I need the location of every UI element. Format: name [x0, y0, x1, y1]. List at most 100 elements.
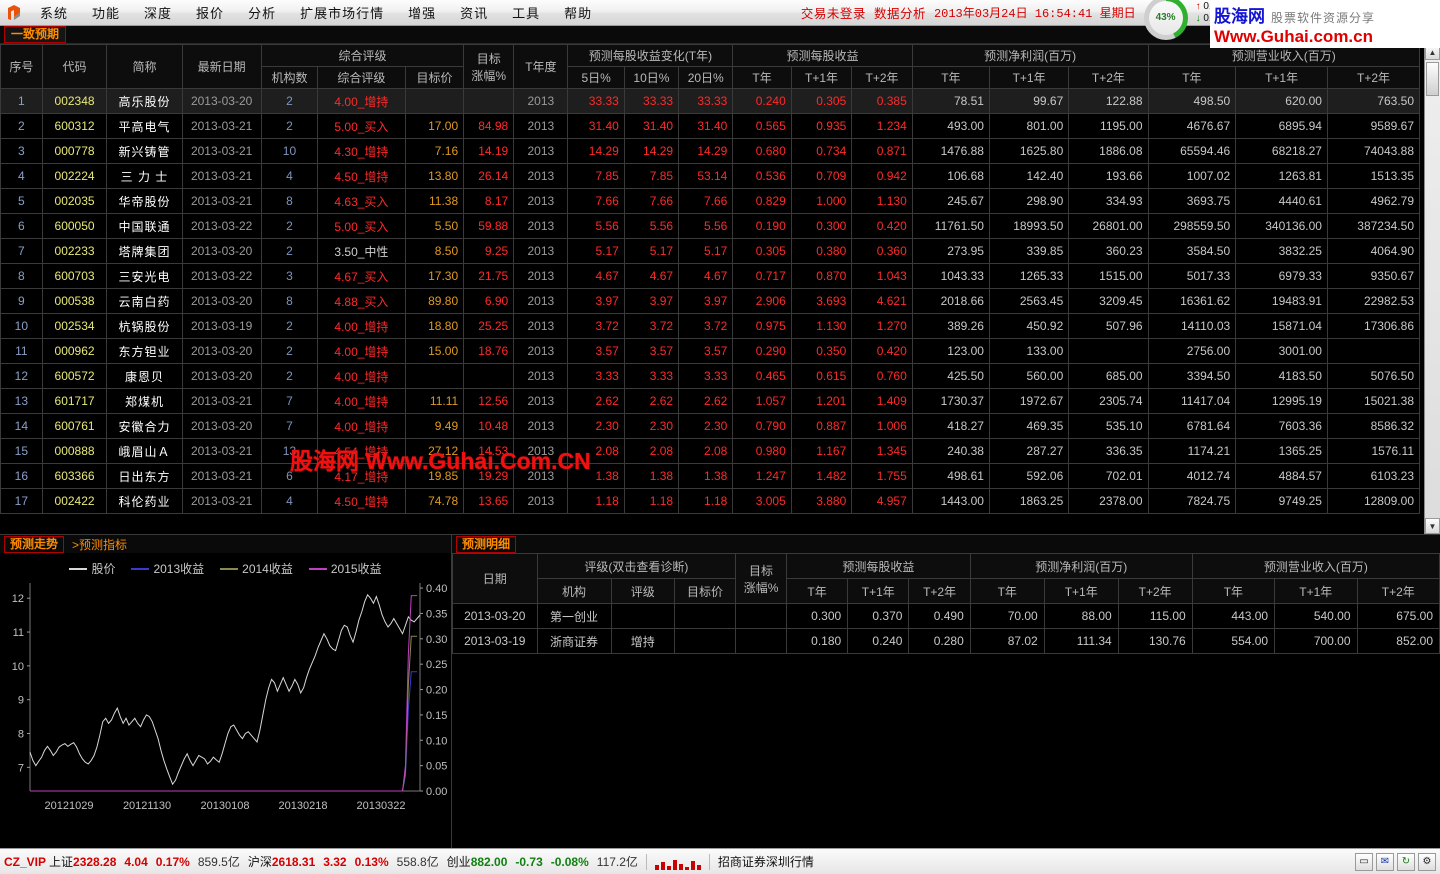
- col-change-5d[interactable]: 5日%: [567, 66, 625, 89]
- col-eps-t1[interactable]: T+1年: [790, 66, 853, 89]
- tab-forecast-indicator[interactable]: >预测指标: [72, 536, 127, 553]
- table-row[interactable]: 6 600050 中国联通 2013-03-22 2 5.00_买入 5.50 59.88 20…: [0, 213, 1421, 239]
- menu-item-analysis[interactable]: 分析: [236, 0, 288, 25]
- col-target-price[interactable]: 目标价: [404, 66, 465, 89]
- cy-index-label[interactable]: 创业: [447, 853, 471, 870]
- refresh-icon[interactable]: ↻: [1397, 852, 1415, 871]
- cell-eps-t2: 0.871: [851, 138, 913, 164]
- table-row[interactable]: 16 603366 日出东方 2013-03-21 6 4.17_增持 19.85 19.29…: [0, 463, 1421, 489]
- table-row[interactable]: 17 002422 科伦药业 2013-03-21 4 4.50_增持 74.78 13.65…: [0, 488, 1421, 514]
- detail-cell-rv-t1: 700.00: [1274, 628, 1358, 654]
- detail-table-row[interactable]: 2013-03-20 第一创业 0.300 0.370 0.490 70.00 88.00 1…: [452, 603, 1440, 629]
- col-target-upside[interactable]: 目标 涨幅%: [463, 44, 515, 89]
- col-change-20d[interactable]: 20日%: [678, 66, 734, 89]
- cell-np-t1: 1265.33: [988, 263, 1070, 289]
- col-eps-t2[interactable]: T+2年: [851, 66, 913, 89]
- detail-col-eps-t[interactable]: T年: [785, 578, 849, 604]
- col-rv-t2[interactable]: T+2年: [1326, 66, 1421, 89]
- cell-eps-t: 0.790: [732, 413, 792, 439]
- cell-np-t1: 99.67: [988, 88, 1070, 114]
- tab-forecast-detail[interactable]: 预测明细: [456, 535, 517, 553]
- detail-col-rv-t2[interactable]: T+2年: [1356, 578, 1440, 604]
- tab-consensus-forecast[interactable]: 一致预期: [4, 26, 67, 43]
- cell-code: 000538: [41, 288, 108, 314]
- detail-col-org[interactable]: 机构: [536, 578, 612, 604]
- monitor-icon[interactable]: ▭: [1355, 852, 1373, 871]
- cell-rv-t2: 6103.23: [1326, 463, 1421, 489]
- col-institution-count[interactable]: 机构数: [260, 66, 319, 89]
- col-rv-t1[interactable]: T+1年: [1235, 66, 1328, 89]
- sz-index-label[interactable]: 沪深: [248, 853, 272, 870]
- detail-col-upside[interactable]: 目标 涨幅%: [735, 553, 787, 604]
- detail-col-rv-t1[interactable]: T+1年: [1274, 578, 1358, 604]
- menu-item-enhance[interactable]: 增强: [396, 0, 448, 25]
- table-row[interactable]: 10 002534 杭锅股份 2013-03-19 2 4.00_增持 18.80 25.25…: [0, 313, 1421, 339]
- table-row[interactable]: 1 002348 高乐股份 2013-03-20 2 4.00_增持 2013 33.33 33…: [0, 88, 1421, 114]
- col-eps-t[interactable]: T年: [732, 66, 792, 89]
- col-code[interactable]: 代码: [41, 44, 108, 89]
- col-change-10d[interactable]: 10日%: [623, 66, 680, 89]
- cell-target-upside: 10.48: [463, 413, 515, 439]
- table-row[interactable]: 3 000778 新兴铸管 2013-03-21 10 4.30_增持 7.16 14.19 2…: [0, 138, 1421, 164]
- table-row[interactable]: 5 002035 华帝股份 2013-03-21 8 4.63_买入 11.38 8.17 20…: [0, 188, 1421, 214]
- col-np-t[interactable]: T年: [911, 66, 990, 89]
- detail-table-row[interactable]: 2013-03-19 浙商证券 增持 0.180 0.240 0.280 87.02 111.…: [452, 628, 1440, 654]
- cell-change-10d: 3.33: [623, 363, 680, 389]
- detail-col-np-t2[interactable]: T+2年: [1117, 578, 1193, 604]
- detail-col-eps-t1[interactable]: T+1年: [847, 578, 910, 604]
- settings-icon[interactable]: ⚙: [1418, 852, 1436, 871]
- menu-item-function[interactable]: 功能: [80, 0, 132, 25]
- detail-col-eps-t2[interactable]: T+2年: [908, 578, 971, 604]
- cell-rv-t2: 22982.53: [1326, 288, 1421, 314]
- table-row[interactable]: 13 601717 郑煤机 2013-03-21 7 4.00_增持 11.11 12.56 2…: [0, 388, 1421, 414]
- legend-item: 2014收益: [220, 560, 293, 577]
- detail-col-rv-t[interactable]: T年: [1191, 578, 1276, 604]
- table-row[interactable]: 7 002233 塔牌集团 2013-03-20 2 3.50_中性 8.50 9.25 201…: [0, 238, 1421, 264]
- chart-plot-area[interactable]: 7 8 9 10 11 12 0.00 0.05 0.10 0.15 0.20 0.25 0.30 0.3…: [0, 577, 451, 848]
- menu-item-system[interactable]: 系统: [28, 0, 80, 25]
- detail-col-rating[interactable]: 评级: [610, 578, 675, 604]
- table-row[interactable]: 14 600761 安徽合力 2013-03-20 7 4.00_增持 9.49 10.48 2…: [0, 413, 1421, 439]
- table-row[interactable]: 11 000962 东方钽业 2013-03-20 2 4.00_增持 15.00 18.76…: [0, 338, 1421, 364]
- detail-col-np-t1[interactable]: T+1年: [1043, 578, 1119, 604]
- cell-rv-t2: 15021.38: [1326, 388, 1421, 414]
- menu-item-news[interactable]: 资讯: [448, 0, 500, 25]
- table-row[interactable]: 12 600572 康恩贝 2013-03-20 2 4.00_增持 2013 3.33 3.3…: [0, 363, 1421, 389]
- table-row[interactable]: 9 000538 云南白药 2013-03-20 8 4.88_买入 89.80 6.90 20…: [0, 288, 1421, 314]
- sz-index-amount: 558.8亿: [396, 855, 439, 869]
- table-row[interactable]: 4 002224 三 力 士 2013-03-21 4 4.50_增持 13.80 26.14…: [0, 163, 1421, 189]
- menu-item-help[interactable]: 帮助: [552, 0, 604, 25]
- col-t-year[interactable]: T年度: [513, 44, 569, 89]
- detail-col-np-t[interactable]: T年: [969, 578, 1045, 604]
- cell-np-t2: 336.35: [1068, 438, 1149, 464]
- cell-rv-t: 1007.02: [1147, 163, 1237, 189]
- cell-target-price: [404, 363, 465, 389]
- menu-item-tools[interactable]: 工具: [500, 0, 552, 25]
- menu-item-extended-market[interactable]: 扩展市场行情: [288, 0, 396, 25]
- detail-col-date[interactable]: 日期: [452, 553, 538, 604]
- cell-composite-rating: 3.50_中性: [317, 238, 406, 264]
- cell-t-year: 2013: [513, 238, 569, 264]
- col-index[interactable]: 序号: [0, 44, 43, 89]
- col-composite-rating[interactable]: 综合评级: [317, 66, 406, 89]
- menu-item-quote[interactable]: 报价: [184, 0, 236, 25]
- sh-index-label[interactable]: 上证: [49, 853, 73, 870]
- mail-icon[interactable]: ✉: [1376, 852, 1394, 871]
- tab-forecast-trend[interactable]: 预测走势: [4, 535, 65, 553]
- detail-col-target[interactable]: 目标价: [673, 578, 737, 604]
- col-rv-t[interactable]: T年: [1147, 66, 1237, 89]
- col-latest-date[interactable]: 最新日期: [181, 44, 262, 89]
- cell-change-20d: 2.08: [678, 438, 734, 464]
- col-np-t2[interactable]: T+2年: [1068, 66, 1149, 89]
- cell-eps-t1: 1.130: [790, 313, 853, 339]
- menu-item-depth[interactable]: 深度: [132, 0, 184, 25]
- grid-vertical-scrollbar[interactable]: ▲ ▼: [1424, 44, 1440, 534]
- scroll-down-icon[interactable]: ▼: [1425, 518, 1440, 534]
- table-row[interactable]: 2 600312 平高电气 2013-03-21 2 5.00_买入 17.00 84.98 2…: [0, 113, 1421, 139]
- cell-target-upside: 59.88: [463, 213, 515, 239]
- col-np-t1[interactable]: T+1年: [988, 66, 1070, 89]
- table-row[interactable]: 15 000888 峨眉山Ａ 2013-03-21 13 4.54_增持 27.12 14.5…: [0, 438, 1421, 464]
- scroll-thumb[interactable]: [1426, 62, 1439, 96]
- col-name[interactable]: 简称: [106, 44, 183, 89]
- table-row[interactable]: 8 600703 三安光电 2013-03-22 3 4.67_买入 17.30 21.75 2…: [0, 263, 1421, 289]
